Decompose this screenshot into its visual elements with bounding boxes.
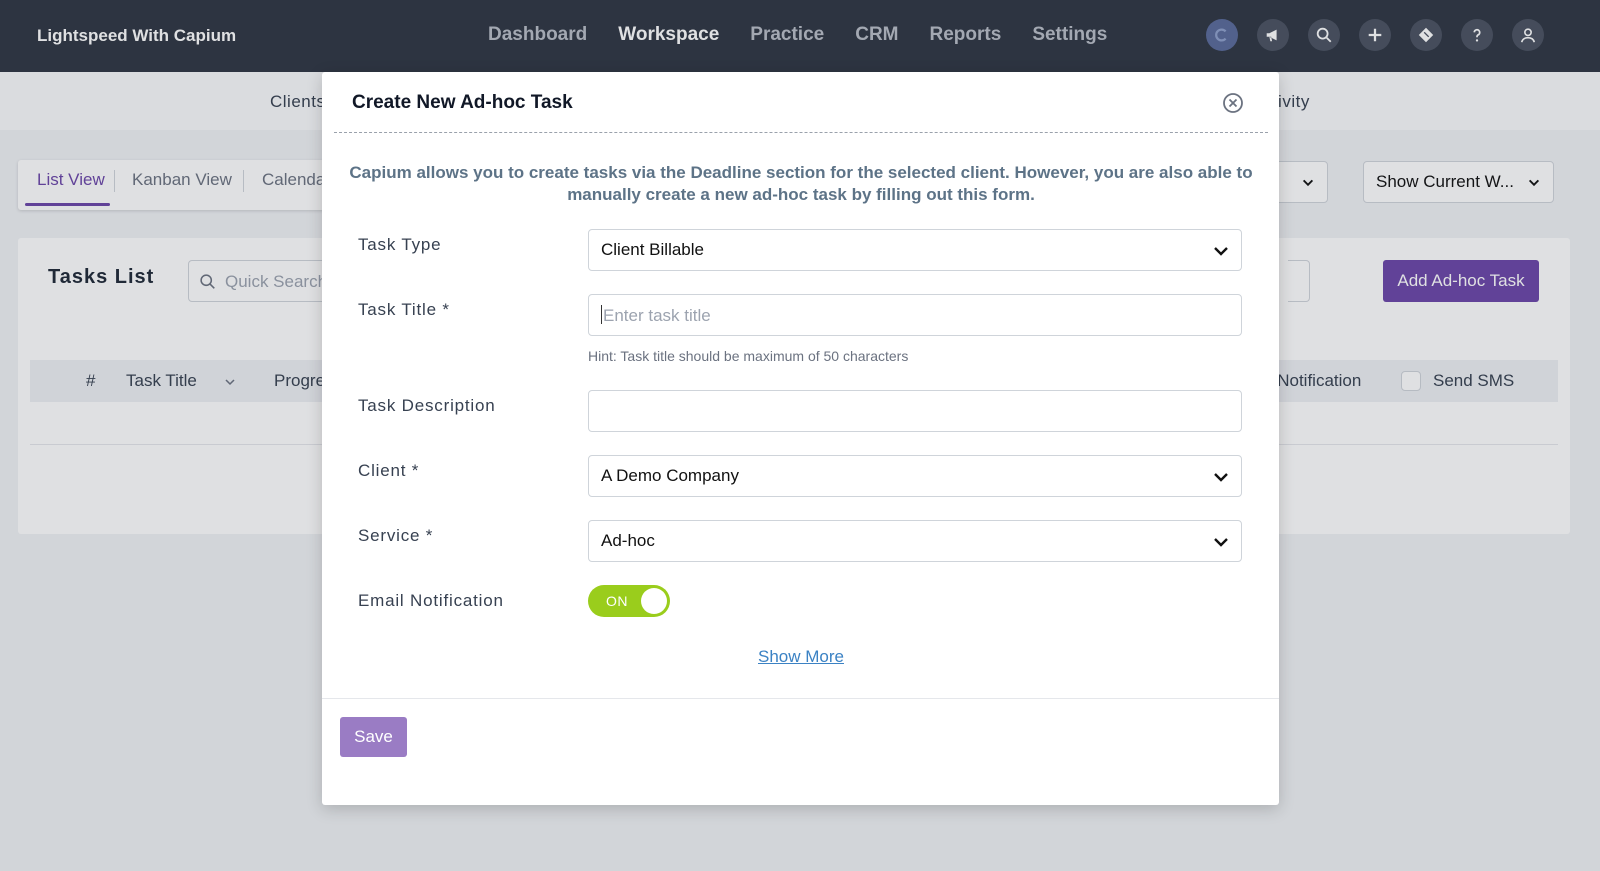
modal-footer-divider <box>322 698 1279 699</box>
modal-title: Create New Ad-hoc Task <box>352 92 573 113</box>
service-value: Ad-hoc <box>601 531 655 550</box>
email-notification-label: Email Notification <box>358 591 504 610</box>
modal-info-text: Capium allows you to create tasks via th… <box>349 163 1253 204</box>
service-label: Service * <box>358 526 434 545</box>
create-task-modal: Create New Ad-hoc Task Capium allows you… <box>322 72 1279 805</box>
text-cursor <box>601 305 602 324</box>
task-description-label: Task Description <box>358 396 496 415</box>
chevron-down-icon <box>1214 473 1228 482</box>
task-title-input[interactable]: Enter task title <box>588 294 1242 336</box>
task-title-hint: Hint: Task title should be maximum of 50… <box>588 348 909 364</box>
save-button[interactable]: Save <box>340 717 407 757</box>
toggle-state-label: ON <box>606 593 628 609</box>
task-type-value: Client Billable <box>601 240 704 259</box>
task-type-select[interactable]: Client Billable <box>588 229 1242 271</box>
chevron-down-icon <box>1214 538 1228 547</box>
email-notification-toggle[interactable]: ON <box>588 585 670 617</box>
toggle-knob <box>641 588 667 614</box>
show-more-link[interactable]: Show More <box>758 647 844 667</box>
client-select[interactable]: A Demo Company <box>588 455 1242 497</box>
task-title-label: Task Title * <box>358 300 450 319</box>
chevron-down-icon <box>1214 247 1228 256</box>
client-label: Client * <box>358 461 420 480</box>
task-type-label: Task Type <box>358 235 442 254</box>
task-description-input[interactable] <box>588 390 1242 432</box>
service-select[interactable]: Ad-hoc <box>588 520 1242 562</box>
close-icon[interactable] <box>1222 92 1244 114</box>
modal-header-divider <box>334 132 1268 133</box>
task-title-placeholder: Enter task title <box>603 306 711 325</box>
client-value: A Demo Company <box>601 466 739 485</box>
